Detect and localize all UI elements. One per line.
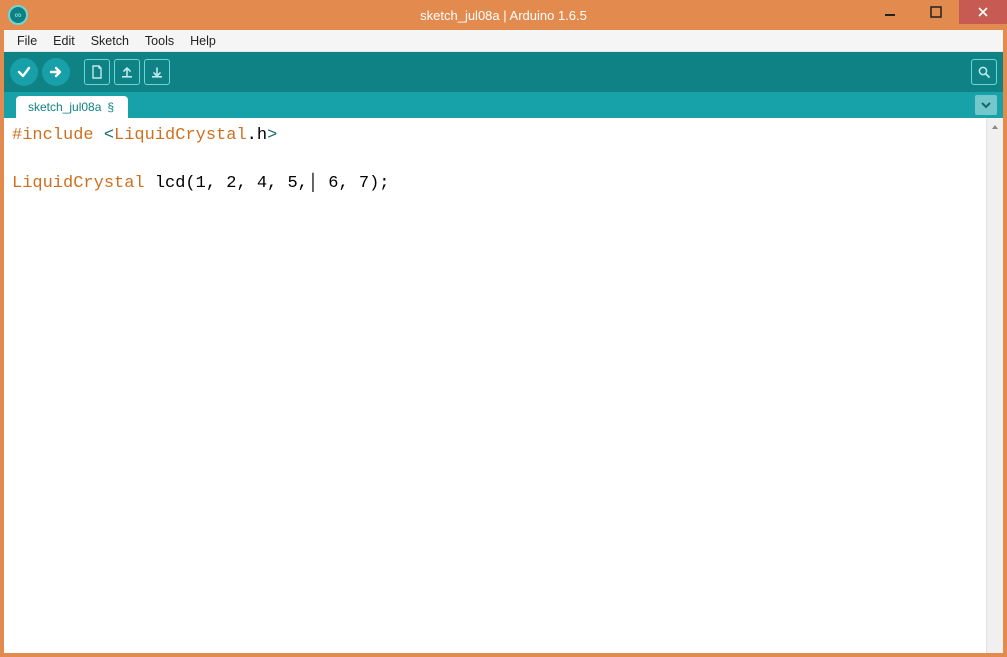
menu-tools[interactable]: Tools	[138, 32, 181, 50]
app-icon: ∞	[8, 5, 28, 25]
menubar: File Edit Sketch Tools Help	[4, 30, 1003, 52]
code-token: LiquidCrystal	[12, 174, 145, 193]
menu-help[interactable]: Help	[183, 32, 223, 50]
code-token: #include	[12, 126, 94, 145]
titlebar: ∞ sketch_jul08a | Arduino 1.6.5	[0, 0, 1007, 30]
text-cursor: │	[308, 174, 318, 193]
tab-label: sketch_jul08a	[28, 100, 101, 114]
check-icon	[16, 64, 32, 80]
menu-edit[interactable]: Edit	[46, 32, 82, 50]
magnifier-icon	[977, 65, 991, 79]
new-button[interactable]	[84, 59, 110, 85]
arrow-right-icon	[48, 64, 64, 80]
menu-sketch[interactable]: Sketch	[84, 32, 136, 50]
code-token: 6, 7);	[318, 174, 389, 193]
scroll-up-icon[interactable]	[987, 118, 1003, 135]
file-icon	[90, 65, 104, 79]
maximize-button[interactable]	[913, 0, 959, 24]
tabstrip: sketch_jul08a §	[4, 92, 1003, 118]
close-button[interactable]	[959, 0, 1007, 24]
window-body: File Edit Sketch Tools Help sketch_jul08…	[0, 30, 1007, 657]
code-token: >	[267, 126, 277, 145]
arrow-down-icon	[150, 65, 164, 79]
tab-sketch[interactable]: sketch_jul08a §	[16, 96, 128, 118]
code-token: <	[104, 126, 114, 145]
editor-area: #include <LiquidCrystal.h> LiquidCrystal…	[4, 118, 1003, 653]
window-controls	[867, 0, 1007, 30]
vertical-scrollbar[interactable]	[986, 118, 1003, 653]
code-token: LiquidCrystal	[114, 126, 247, 145]
verify-button[interactable]	[10, 58, 38, 86]
code-token: lcd(1, 2, 4, 5,	[145, 174, 308, 193]
window-title: sketch_jul08a | Arduino 1.6.5	[420, 8, 587, 23]
serial-monitor-button[interactable]	[971, 59, 997, 85]
open-button[interactable]	[114, 59, 140, 85]
tab-modified-marker: §	[105, 100, 114, 114]
menu-file[interactable]: File	[10, 32, 44, 50]
toolbar	[4, 52, 1003, 92]
save-button[interactable]	[144, 59, 170, 85]
tab-menu-button[interactable]	[975, 95, 997, 115]
upload-button[interactable]	[42, 58, 70, 86]
code-editor[interactable]: #include <LiquidCrystal.h> LiquidCrystal…	[4, 118, 986, 653]
code-token: .h	[247, 126, 267, 145]
minimize-button[interactable]	[867, 0, 913, 24]
arrow-up-icon	[120, 65, 134, 79]
chevron-down-icon	[980, 99, 992, 111]
